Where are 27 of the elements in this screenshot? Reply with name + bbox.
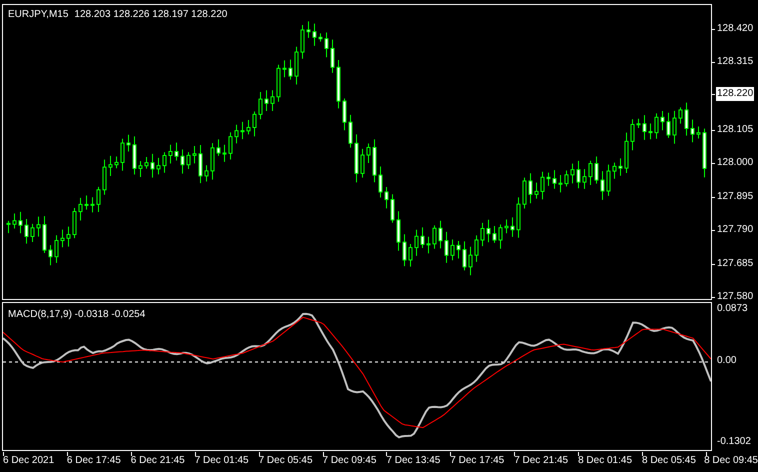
time-label: 6 Dec 21:45 [130,455,185,466]
price-label: 128.315 [716,55,754,69]
price-label: 128.420 [716,22,754,36]
current-price-label: 128.220 [716,87,754,101]
time-label: 7 Dec 13:45 [386,455,440,466]
scale-label: 0.0873 [716,302,749,316]
time-label: 8 Dec 01:45 [578,455,632,466]
symbol-label: EURJPY,M15 [8,9,68,20]
time-label: 7 Dec 01:45 [194,455,249,466]
time-label: 8 Dec 05:45 [642,455,696,466]
time-label: 8 Dec 09:45 [704,455,758,466]
price-label: 127.895 [716,190,754,204]
price-label: 128.000 [716,156,754,170]
scale-label: -0.1302 [716,435,752,449]
scale-label: 0.00 [716,354,738,368]
time-label: 6 Dec 17:45 [66,455,121,466]
time-label: 7 Dec 17:45 [450,455,504,466]
time-label: 6 Dec 2021 [3,455,54,466]
ohlc-values: 128.203 128.226 128.197 128.220 [74,9,228,20]
time-label: 7 Dec 09:45 [322,455,376,466]
price-label: 127.580 [716,290,754,304]
price-label: 127.685 [716,257,754,271]
price-label: 128.105 [716,123,754,137]
price-label: 127.790 [716,223,754,237]
indicator-label: MACD(8,17,9) -0.0318 -0.0254 [8,309,146,320]
time-label: 7 Dec 05:45 [258,455,313,466]
time-label: 7 Dec 21:45 [514,455,568,466]
